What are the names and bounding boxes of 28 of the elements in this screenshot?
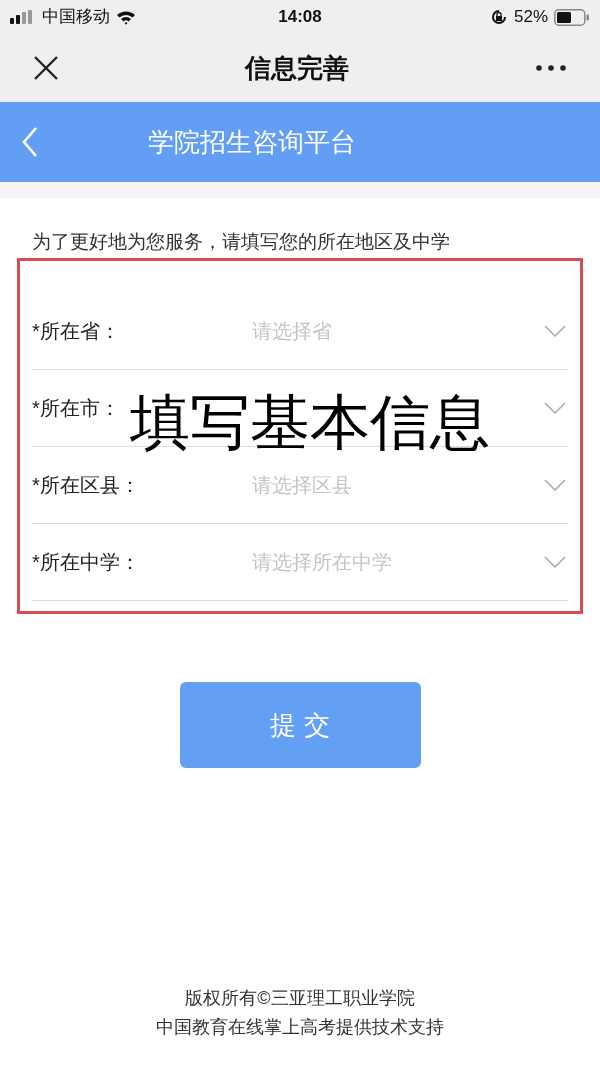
select-field[interactable]: 请选择区县: [252, 460, 568, 510]
more-icon: [536, 65, 566, 71]
annotation-text: 填写基本信息: [130, 388, 490, 458]
field-label: *所在省：: [32, 319, 120, 344]
select-field[interactable]: 请选择省: [252, 306, 568, 356]
wifi-icon: [116, 9, 136, 25]
footer-text: 版权所有©三亚理工职业学院: [185, 987, 415, 1010]
close-button[interactable]: [32, 54, 60, 82]
close-icon: [33, 55, 59, 81]
carrier-name: 中国移动: [42, 6, 110, 29]
field-label: *所在区县：: [32, 473, 140, 498]
field-label: *所在中学：: [32, 550, 140, 575]
banner-title: 学院招生咨询平台: [148, 125, 356, 159]
footer-text: 中国教育在线掌上高考提供技术支持: [156, 1016, 444, 1039]
chevron-down-icon: [544, 556, 566, 568]
page-title: 信息完善: [245, 51, 349, 85]
rotation-lock-icon: [489, 8, 508, 26]
battery-icon: [554, 8, 590, 26]
chevron-down-icon: [544, 325, 566, 337]
back-icon: [21, 126, 39, 158]
chevron-down-icon: [544, 402, 566, 414]
field-label: *所在市：: [32, 396, 120, 421]
submit-button[interactable]: 提 交: [179, 682, 421, 768]
chevron-down-icon: [544, 479, 566, 491]
status-time: 14:08: [278, 6, 322, 29]
battery-percent: 52%: [513, 6, 548, 29]
select-field[interactable]: 请选择所在中学: [252, 537, 568, 587]
intro-text: 为了更好地为您服务，请填写您的所在地区及中学: [31, 230, 451, 254]
